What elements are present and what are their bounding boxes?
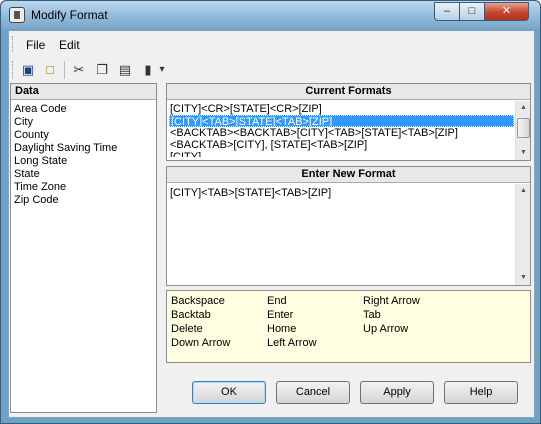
app-icon	[9, 7, 25, 23]
current-formats-list: [CITY]<CR>[STATE]<CR>[ZIP] [CITY]<TAB>[S…	[169, 103, 514, 157]
list-item[interactable]: State	[14, 168, 156, 181]
toolbar: ▣ □ ✂ ❐ ▤ ▮ ▾	[9, 57, 534, 83]
format-item-selected[interactable]: [CITY]<TAB>[STATE]<TAB>[ZIP]	[169, 115, 514, 127]
key-tab[interactable]: Tab	[363, 309, 381, 322]
scroll-down-icon[interactable]: ▼	[516, 146, 531, 160]
modify-format-window: Modify Format – □ ✕ File Edit ▣ □ ✂ ❐ ▤ …	[0, 0, 541, 424]
ok-button[interactable]: OK	[192, 381, 266, 404]
apply-button[interactable]: Apply	[360, 381, 434, 404]
key-up-arrow[interactable]: Up Arrow	[363, 323, 408, 336]
format-item[interactable]: <BACKTAB><BACKTAB>[CITY]<TAB>[STATE]<TAB…	[169, 127, 514, 139]
list-item[interactable]: Zip Code	[14, 194, 156, 207]
key-end[interactable]: End	[267, 295, 287, 308]
title-bar[interactable]: Modify Format – □ ✕	[1, 1, 540, 29]
scroll-up-icon[interactable]: ▲	[516, 184, 531, 198]
list-item[interactable]: Daylight Saving Time	[14, 142, 156, 155]
scroll-up-icon[interactable]: ▲	[516, 101, 531, 115]
menu-edit[interactable]: Edit	[59, 38, 80, 52]
list-item[interactable]: County	[14, 129, 156, 142]
minimize-button[interactable]: –	[434, 2, 460, 21]
list-item[interactable]: Time Zone	[14, 181, 156, 194]
menu-grip	[12, 36, 15, 52]
key-delete[interactable]: Delete	[171, 323, 203, 336]
current-formats-panel: Current Formats [CITY]<CR>[STATE]<CR>[ZI…	[166, 83, 531, 161]
data-panel: Data Area Code City County Daylight Savi…	[10, 83, 157, 413]
format-item[interactable]: <BACKTAB>[CITY], [STATE]<TAB>[ZIP]	[169, 139, 514, 151]
list-item[interactable]: City	[14, 116, 156, 129]
cancel-button[interactable]: Cancel	[276, 381, 350, 404]
format-item[interactable]: [CITY]<CR>[STATE]<CR>[ZIP]	[169, 103, 514, 115]
key-right-arrow[interactable]: Right Arrow	[363, 295, 420, 308]
menu-bar: File Edit	[9, 33, 534, 55]
scroll-down-icon[interactable]: ▼	[516, 271, 531, 285]
save-icon[interactable]: ▣	[19, 61, 37, 79]
new-format-panel: Enter New Format [CITY]<TAB>[STATE]<TAB>…	[166, 166, 531, 286]
list-item[interactable]: Long State	[14, 155, 156, 168]
help-button[interactable]: Help	[444, 381, 518, 404]
key-down-arrow[interactable]: Down Arrow	[171, 337, 230, 350]
special-keys-panel: Backspace Backtab Delete Down Arrow End …	[166, 290, 531, 363]
key-home[interactable]: Home	[267, 323, 296, 336]
dropdown-arrow-icon[interactable]: ▾	[157, 61, 167, 79]
close-button[interactable]: ✕	[484, 2, 529, 21]
window-title: Modify Format	[31, 8, 108, 22]
key-left-arrow[interactable]: Left Arrow	[267, 337, 317, 350]
toolbar-grip	[12, 61, 15, 79]
new-format-input[interactable]: [CITY]<TAB>[STATE]<TAB>[ZIP]	[170, 187, 331, 199]
menu-file[interactable]: File	[26, 38, 45, 52]
new-format-header: Enter New Format	[167, 167, 530, 183]
scroll-thumb[interactable]	[517, 118, 530, 138]
format-item[interactable]: [CITY]	[169, 151, 514, 157]
copy-icon[interactable]: ❐	[93, 61, 111, 79]
toolbar-separator	[64, 61, 65, 79]
new-document-icon[interactable]: □	[41, 61, 59, 79]
data-list: Area Code City County Daylight Saving Ti…	[11, 100, 156, 207]
key-backspace[interactable]: Backspace	[171, 295, 225, 308]
key-backtab[interactable]: Backtab	[171, 309, 211, 322]
key-enter[interactable]: Enter	[267, 309, 293, 322]
paste-icon[interactable]: ▤	[116, 61, 134, 79]
formats-scrollbar[interactable]: ▲ ▼	[515, 101, 530, 160]
current-formats-header: Current Formats	[167, 84, 530, 100]
data-header: Data	[11, 84, 156, 100]
dialog-client: File Edit ▣ □ ✂ ❐ ▤ ▮ ▾ Data Area Code C…	[8, 30, 535, 418]
delete-icon[interactable]: ▮	[139, 61, 157, 79]
maximize-button[interactable]: □	[459, 2, 485, 21]
cut-icon[interactable]: ✂	[70, 61, 88, 79]
list-item[interactable]: Area Code	[14, 103, 156, 116]
new-format-scrollbar[interactable]: ▲ ▼	[515, 184, 530, 285]
